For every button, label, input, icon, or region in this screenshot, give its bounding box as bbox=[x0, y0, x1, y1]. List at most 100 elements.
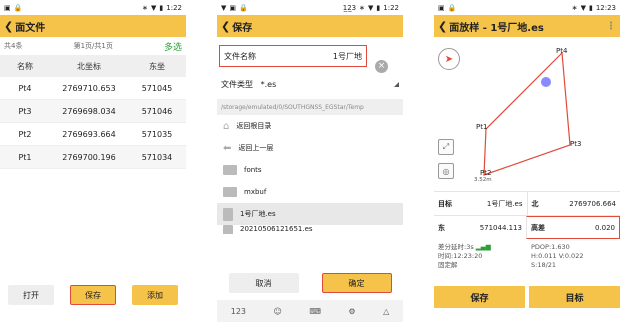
keyboard-toolbar: 123 ☺ ⌨ ⚙ △ bbox=[217, 300, 403, 322]
list-item-label: fonts bbox=[244, 166, 262, 174]
back-icon[interactable]: ❮ bbox=[221, 20, 230, 33]
title-bar: ❮ 面文件 bbox=[0, 15, 186, 37]
back-icon[interactable]: ❮ bbox=[4, 20, 13, 33]
target-field[interactable]: 目标 1号厂地.es bbox=[434, 192, 527, 215]
save-button[interactable]: 保存 bbox=[434, 286, 525, 308]
height-field[interactable]: 高差 0.020 bbox=[526, 216, 620, 239]
table-row[interactable]: Pt3 2769698.034 571046 bbox=[0, 100, 186, 123]
pdop: PDOP:1.630 bbox=[531, 243, 570, 251]
back-icon[interactable]: ❮ bbox=[438, 20, 447, 33]
open-button[interactable]: 打开 bbox=[8, 285, 54, 305]
target-value: 1号厂地.es bbox=[486, 199, 523, 208]
wifi-icon: ▼ bbox=[151, 3, 157, 12]
emoji-icon[interactable]: ☺ bbox=[274, 307, 282, 316]
file-type-select[interactable]: 文件类型 *.es bbox=[217, 73, 403, 95]
status-bar: ▼ ▣ 🔒 1̲2̲3 ∗ ▼ ▮ 1:22 bbox=[217, 0, 403, 15]
cell-north: 2769710.653 bbox=[62, 83, 116, 93]
cell-name: Pt2 bbox=[18, 129, 32, 139]
list-item-file[interactable]: 20210506121651.es bbox=[217, 225, 403, 234]
point-label: Pt2 bbox=[480, 169, 491, 177]
point-label: Pt4 bbox=[556, 47, 568, 55]
title-bar: ❮ 面放样 - 1号厂地.es ⋮ bbox=[434, 15, 620, 37]
column-header-north: 北坐标 bbox=[77, 61, 101, 71]
clear-icon[interactable]: × bbox=[375, 60, 388, 73]
current-path: /storage/emulated/0/SOUTHGNSS_EGStar/Tem… bbox=[217, 99, 403, 115]
app-icon: ▣ bbox=[438, 3, 445, 12]
table-header: 名称 北坐标 东坐 bbox=[0, 55, 186, 77]
north-field[interactable]: 北 2769706.664 bbox=[526, 192, 621, 215]
numeric-key[interactable]: 123 bbox=[231, 307, 246, 316]
save-dialog-screen: ▼ ▣ 🔒 1̲2̲3 ∗ ▼ ▮ 1:22 ❮ 保存 文件名称 1号厂地 × 文件类型 *… bbox=[217, 0, 403, 322]
list-item-file[interactable]: 1号厂地.es bbox=[217, 203, 403, 225]
lock-icon: 🔒 bbox=[239, 3, 248, 12]
save-button[interactable]: 保存 bbox=[70, 285, 116, 305]
scale-bar: 3.52m bbox=[474, 177, 492, 183]
stakeout-screen: ▣ 🔒 ∗ ▼ ▮ 12:23 ❮ 面放样 - 1号厂地.es ⋮ ➤ Pt4 Pt1 … bbox=[434, 0, 620, 322]
table-row[interactable]: Pt2 2769693.664 571035 bbox=[0, 123, 186, 146]
table-row[interactable]: Pt4 2769710.653 571045 bbox=[0, 77, 186, 100]
clock: 1:22 bbox=[383, 3, 399, 12]
cell-name: Pt1 bbox=[18, 152, 32, 162]
file-list-screen: ▣ 🔒 ∗ ▼ ▮ 1:22 ❮ 面文件 共4条 第1页/共1页 多选 名称 北坐标 东… bbox=[0, 0, 186, 322]
target-button[interactable]: 目标 bbox=[529, 286, 620, 308]
cell-east: 571046 bbox=[141, 106, 173, 116]
battery-icon: ▮ bbox=[159, 3, 164, 12]
column-header-name: 名称 bbox=[17, 61, 33, 71]
cell-north: 2769700.196 bbox=[62, 152, 116, 162]
file-type-value: *.es bbox=[260, 79, 277, 89]
collapse-icon[interactable]: △ bbox=[383, 307, 389, 316]
height-value: 0.020 bbox=[594, 223, 615, 232]
confirm-button[interactable]: 确定 bbox=[321, 273, 392, 293]
more-icon[interactable]: ⋮ bbox=[606, 21, 616, 32]
page-title: 面文件 bbox=[15, 22, 46, 34]
current-position-marker bbox=[541, 77, 551, 87]
stakeout-polygon bbox=[483, 51, 571, 176]
clock: 1:22 bbox=[166, 3, 182, 12]
list-item-root[interactable]: ⌂ 返回根目录 bbox=[217, 115, 403, 137]
list-item-label: mxbuf bbox=[244, 188, 267, 196]
action-bar: 保存 目标 bbox=[434, 286, 620, 308]
map-view[interactable]: ➤ Pt4 Pt1 Pt3 Pt2 3.52m ⤢ ◎ bbox=[434, 37, 620, 189]
file-icon bbox=[223, 207, 233, 221]
north-label: 北 bbox=[531, 199, 539, 208]
list-item-label: 20210506121651.es bbox=[240, 225, 313, 233]
list-item-up[interactable]: ⬅ 返回上一层 bbox=[217, 137, 403, 159]
list-item-folder[interactable]: fonts bbox=[217, 159, 403, 181]
east-field[interactable]: 东 571044.113 bbox=[434, 216, 526, 239]
signal-icon: ▼ bbox=[368, 3, 374, 12]
page-title: 面放样 - 1号厂地.es bbox=[449, 22, 544, 34]
cell-east: 571045 bbox=[141, 83, 173, 93]
table-row[interactable]: Pt1 2769700.196 571034 bbox=[0, 146, 186, 169]
column-header-east: 东坐 bbox=[149, 61, 165, 71]
cell-north: 2769693.664 bbox=[62, 129, 116, 139]
list-item-folder[interactable]: mxbuf bbox=[217, 181, 403, 203]
point-label: Pt3 bbox=[570, 140, 581, 148]
fix-status: 固定解 bbox=[438, 261, 458, 269]
settings-icon[interactable]: ⚙ bbox=[348, 307, 355, 316]
keyboard-icon[interactable]: ⌨ bbox=[309, 307, 321, 316]
satellite-count: S:18/21 bbox=[531, 261, 557, 269]
cell-name: Pt3 bbox=[18, 106, 32, 116]
add-button[interactable]: 添加 bbox=[132, 285, 178, 305]
page-title: 保存 bbox=[232, 22, 253, 34]
cancel-button[interactable]: 取消 bbox=[228, 273, 299, 293]
multi-select-button[interactable]: 多选 bbox=[164, 40, 182, 53]
point-label: Pt1 bbox=[476, 123, 487, 131]
wifi-icon: ▼ bbox=[221, 3, 227, 12]
stakeout-info: 目标 1号厂地.es 北 2769706.664 东 571044.113 高差… bbox=[434, 191, 620, 239]
page-indicator: 第1页/共1页 bbox=[73, 42, 113, 50]
gnss-time: 时间:12:23:20 bbox=[438, 252, 483, 260]
bluetooth-icon: ∗ bbox=[359, 3, 366, 12]
height-label: 高差 bbox=[531, 223, 545, 232]
file-icon bbox=[223, 225, 233, 234]
east-label: 东 bbox=[438, 223, 445, 232]
action-bar: 打开 保存 添加 bbox=[0, 282, 186, 308]
file-name-field[interactable]: 文件名称 1号厂地 bbox=[219, 45, 367, 67]
fullscreen-icon[interactable]: ⤢ bbox=[438, 139, 454, 155]
folder-icon bbox=[223, 187, 237, 197]
locate-icon[interactable]: ◎ bbox=[438, 163, 454, 179]
lock-icon: 🔒 bbox=[13, 3, 23, 12]
info-bar: 共4条 第1页/共1页 多选 bbox=[0, 37, 186, 55]
bluetooth-icon: ∗ bbox=[571, 3, 578, 12]
polygon-plot: Pt4 Pt1 Pt3 Pt2 3.52m bbox=[474, 47, 581, 183]
